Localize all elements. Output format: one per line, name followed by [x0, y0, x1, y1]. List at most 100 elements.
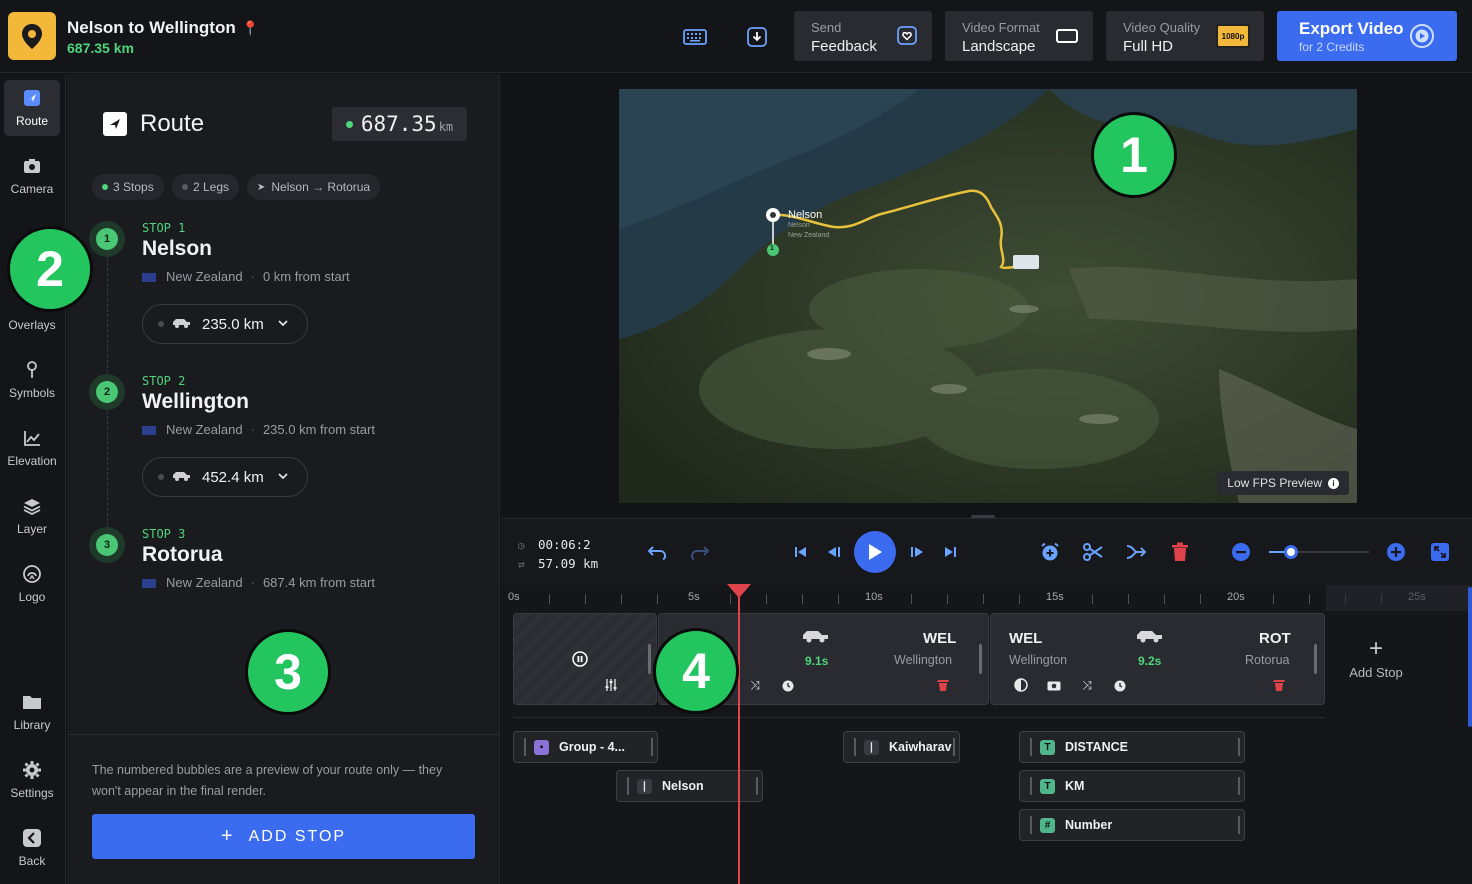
trash-icon[interactable]	[935, 677, 951, 693]
route-connector-line	[107, 258, 108, 373]
low-fps-badge[interactable]: Low FPS Preview i	[1217, 471, 1349, 495]
project-title[interactable]: Nelson to Wellington 📍	[67, 18, 259, 38]
navigation-arrow-icon: ➤	[257, 181, 266, 193]
pin-icon	[22, 360, 42, 380]
merge-arrow-icon[interactable]: ⤨	[1079, 677, 1095, 693]
timeline-add-stop-button[interactable]: + Add Stop	[1341, 637, 1411, 681]
sliders-icon[interactable]	[603, 677, 619, 693]
rail-item-settings[interactable]: Settings	[4, 752, 60, 808]
tag-drag-bar	[1030, 738, 1032, 756]
export-video-button[interactable]: Export Video for 2 Credits	[1277, 11, 1457, 61]
trash-icon[interactable]	[1271, 677, 1287, 693]
step-back-button[interactable]	[823, 541, 845, 563]
nz-flag-icon	[142, 426, 156, 436]
text-icon: T	[1040, 739, 1055, 755]
text-icon: T	[1040, 778, 1055, 794]
rail-item-elevation[interactable]: Elevation	[4, 420, 60, 476]
rail-item-logo[interactable]: Logo	[4, 556, 60, 612]
merge-button[interactable]	[1125, 541, 1147, 563]
time-ruler[interactable]: 0s 5s 10s 15s 20s 25s	[501, 585, 1472, 611]
redo-button[interactable]	[689, 541, 711, 563]
undo-button[interactable]	[646, 541, 668, 563]
pin-icon: ❘	[637, 778, 652, 794]
alarm-icon[interactable]	[1112, 677, 1128, 693]
zoom-out-button[interactable]	[1230, 541, 1252, 563]
add-timer-button[interactable]	[1039, 541, 1061, 563]
segment-duration: 9.2s	[1138, 654, 1162, 668]
chart-icon	[22, 428, 42, 448]
preview-bubble-1: 1	[1091, 112, 1177, 198]
contrast-icon[interactable]	[1013, 677, 1029, 693]
skip-end-button[interactable]	[939, 541, 961, 563]
stop-number-badge: 1	[89, 221, 125, 257]
gray-dot-icon	[182, 184, 188, 190]
video-format-button[interactable]: Video Format Landscape	[945, 11, 1093, 61]
leg-segment-2[interactable]: WEL Wellington 9.2s ROT Rotorua ⤨	[990, 613, 1325, 705]
rail-item-route[interactable]: Route	[4, 80, 60, 136]
plus-icon: +	[220, 825, 235, 847]
feedback-heart-icon	[897, 26, 917, 45]
leg-pill-1[interactable]: 235.0 km	[142, 304, 308, 344]
overlay-tag-group[interactable]: ▪ Group - 4...	[513, 731, 658, 763]
left-tool-rail: Route Camera Overlays Symbols Elevation …	[0, 74, 66, 884]
segment-resize-handle[interactable]	[1314, 644, 1317, 674]
send-feedback-button[interactable]: Send Feedback	[794, 11, 932, 61]
leg-distance: 235.0 km	[202, 315, 264, 333]
quality-badge-icon: 1080p	[1216, 24, 1250, 48]
tick-label: 10s	[865, 591, 883, 603]
route-distance-badge: 687.35 km	[332, 107, 467, 141]
playhead[interactable]	[727, 584, 751, 884]
separator-dot: ·	[250, 422, 255, 437]
add-stop-label: ADD STOP	[248, 827, 347, 845]
rail-item-camera[interactable]: Camera	[4, 148, 60, 204]
tick-label: 15s	[1046, 591, 1064, 603]
tick-label: 5s	[688, 591, 700, 603]
car-icon	[172, 316, 192, 332]
segment-resize-handle[interactable]	[648, 644, 651, 674]
video-quality-button[interactable]: Video Quality Full HD 1080p	[1106, 11, 1264, 61]
timeline-scrollbar[interactable]	[1468, 587, 1472, 727]
rail-item-layer[interactable]: Layer	[4, 488, 60, 544]
app-root: Nelson to Wellington 📍 687.35 km Send Fee…	[0, 0, 1472, 884]
app-logo[interactable]	[8, 12, 56, 60]
merge-arrow-icon[interactable]: ⤨	[747, 677, 763, 693]
zoom-in-button[interactable]	[1385, 541, 1407, 563]
gear-icon	[22, 760, 42, 780]
rail-item-back[interactable]: Back	[4, 820, 60, 876]
overlay-tag-nelson[interactable]: ❘ Nelson	[616, 770, 763, 802]
rail-label-library: Library	[13, 718, 51, 732]
leg-pill-2[interactable]: 452.4 km	[142, 457, 308, 497]
playhead-cap[interactable]	[727, 584, 751, 598]
stop-label: STOP 1	[142, 221, 186, 235]
zoom-slider-knob[interactable]	[1284, 545, 1298, 559]
delete-button[interactable]	[1169, 541, 1191, 563]
camera-icon[interactable]	[1046, 677, 1062, 693]
map-canvas[interactable]: Nelson Nelson New Zealand 1 Low FPS Prev…	[619, 89, 1357, 503]
zoom-slider[interactable]	[1269, 545, 1369, 559]
rail-item-library[interactable]: Library	[4, 684, 60, 740]
add-stop-button[interactable]: + ADD STOP	[92, 814, 475, 859]
save-button[interactable]	[744, 24, 770, 50]
preview-bubble-2: 2	[7, 226, 93, 312]
fit-timeline-button[interactable]	[1429, 541, 1451, 563]
split-button[interactable]	[1082, 541, 1104, 563]
play-button[interactable]	[854, 531, 896, 573]
top-header: Nelson to Wellington 📍 687.35 km Send Fee…	[0, 0, 1472, 73]
route-distance-value: 687.35	[360, 112, 437, 136]
intro-segment[interactable]	[513, 613, 657, 705]
time-readout: ◷ 00:06:2 ⇄ 57.09 km	[518, 535, 598, 573]
overlay-tag-number[interactable]: # Number	[1019, 809, 1245, 841]
pin-icon: ❘	[864, 739, 879, 755]
chip-stops: 3 Stops	[92, 174, 164, 200]
skip-start-button[interactable]	[790, 541, 812, 563]
preview-note: The numbered bubbles are a preview of yo…	[92, 763, 443, 798]
keyboard-shortcuts-button[interactable]	[682, 24, 708, 50]
overlay-tag-distance[interactable]: T DISTANCE	[1019, 731, 1245, 763]
alarm-icon[interactable]	[780, 677, 796, 693]
rail-item-symbols[interactable]: Symbols	[4, 352, 60, 408]
segment-resize-handle[interactable]	[979, 644, 982, 674]
tick-label: 25s	[1408, 591, 1426, 603]
step-forward-button[interactable]	[906, 541, 928, 563]
overlay-tag-kaiwharav[interactable]: ❘ Kaiwharav	[843, 731, 960, 763]
overlay-tag-km[interactable]: T KM	[1019, 770, 1245, 802]
